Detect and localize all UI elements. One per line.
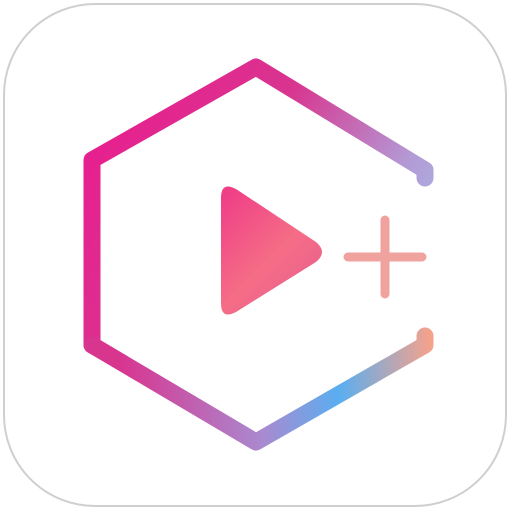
- plus-icon: [343, 215, 427, 299]
- hexagon-frame-lower-icon: [83, 327, 434, 451]
- app-logo: [83, 58, 434, 451]
- play-icon: [221, 186, 322, 315]
